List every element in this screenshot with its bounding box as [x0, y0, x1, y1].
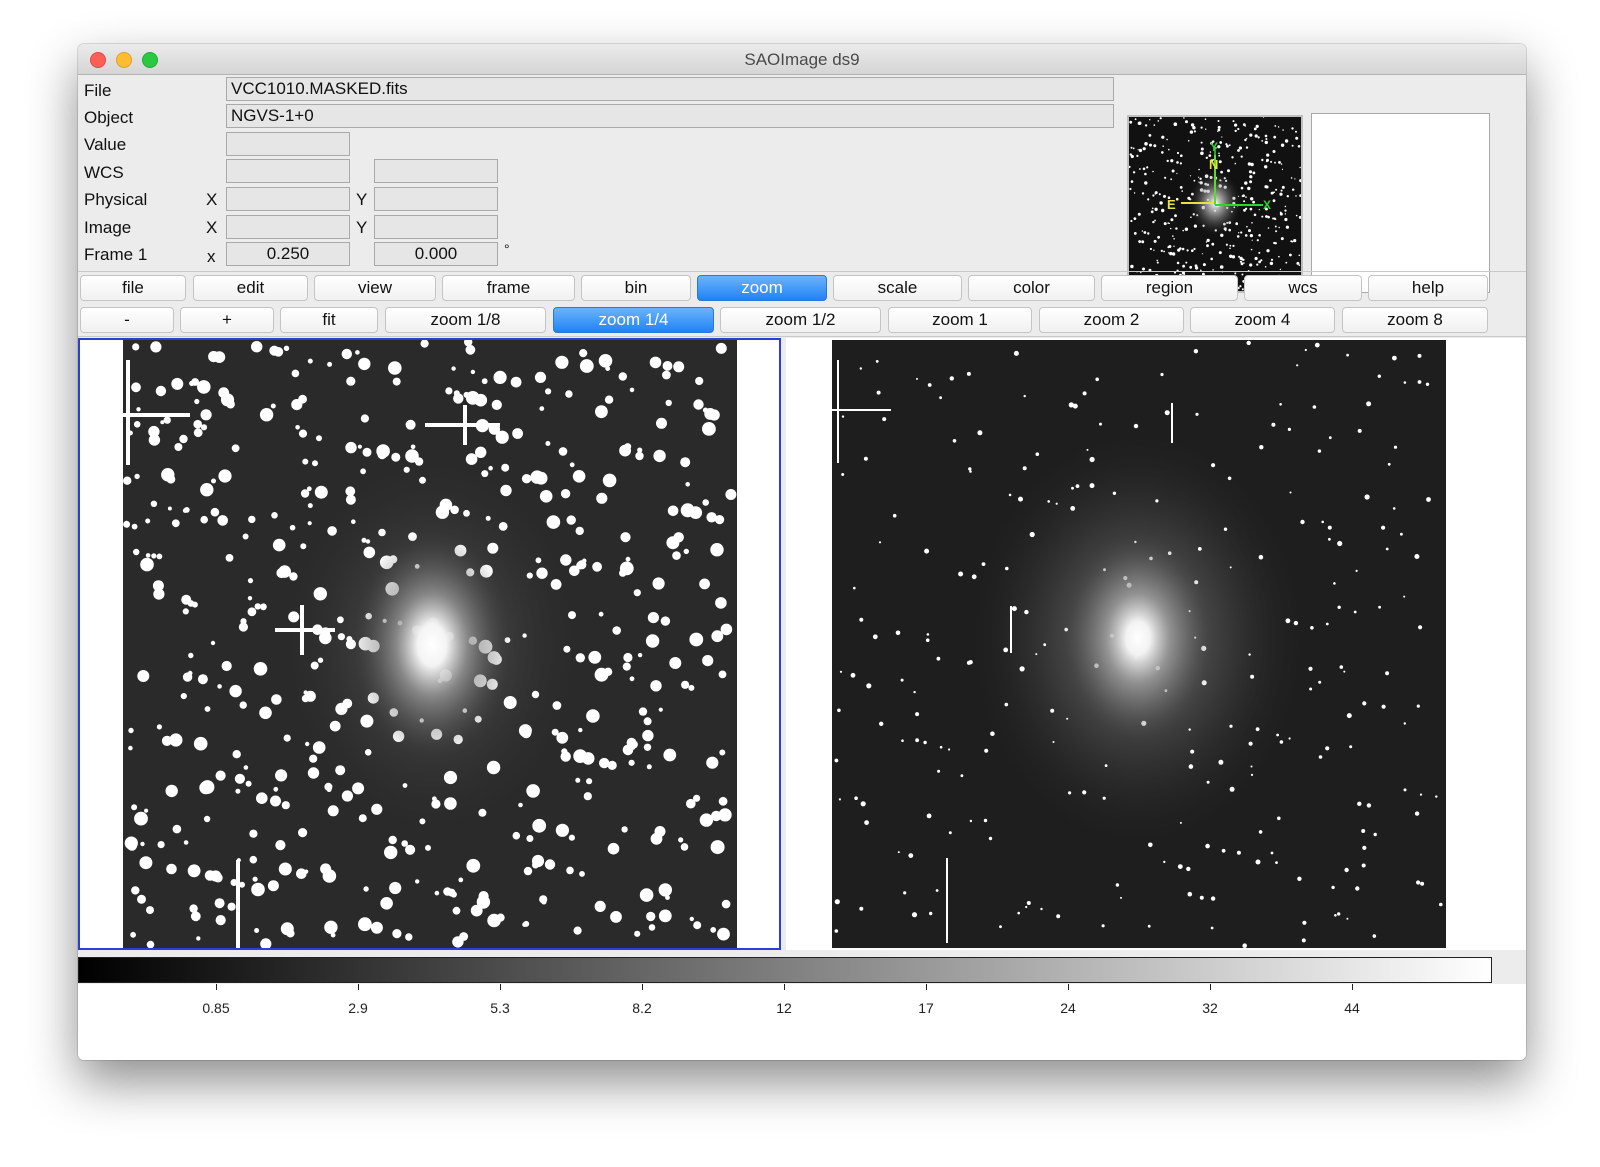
value-label: Value — [84, 135, 127, 154]
physical-y-field[interactable] — [374, 187, 498, 211]
ds9-window: SAOImage ds9 File VCC1010.MASKED.fits Ob… — [78, 44, 1526, 1060]
panner-image: N E X Y — [1129, 117, 1301, 291]
angle-value-field[interactable]: 0.000 — [374, 242, 498, 266]
menu-color-button[interactable]: color — [968, 275, 1095, 301]
frame-label: Frame 1 — [84, 245, 148, 264]
zoom-4-button[interactable]: zoom 4 — [1190, 307, 1335, 333]
value-field[interactable] — [226, 132, 350, 156]
colorbar-tick — [642, 984, 643, 990]
colorbar-tick-label: 17 — [918, 1000, 934, 1016]
compass-x-label: X — [1263, 198, 1271, 212]
object-field[interactable]: NGVS-1+0 — [226, 104, 1114, 128]
menu-edit-button[interactable]: edit — [193, 275, 308, 301]
image-label: Image — [84, 218, 132, 237]
colorbar-tick — [926, 984, 927, 990]
colorbar-tick-label: 32 — [1202, 1000, 1218, 1016]
zoom-fit-button[interactable]: fit — [280, 307, 378, 333]
colorbar-tick — [1210, 984, 1211, 990]
colorbar-tick-label: 5.3 — [490, 1000, 510, 1016]
panner-thumbnail[interactable]: N E X Y — [1127, 115, 1303, 293]
file-label: File — [84, 81, 112, 100]
file-field[interactable]: VCC1010.MASKED.fits — [226, 77, 1114, 101]
original-image-canvas — [832, 340, 1446, 948]
menu-region-button[interactable]: region — [1101, 275, 1238, 301]
menu-wcs-button[interactable]: wcs — [1244, 275, 1362, 301]
frame-2-original-image[interactable] — [786, 338, 1526, 950]
menu-scale-button[interactable]: scale — [833, 275, 962, 301]
colorbar-tick-label: 8.2 — [632, 1000, 652, 1016]
menu-file-button[interactable]: file — [80, 275, 186, 301]
physical-label: Physical — [84, 190, 148, 209]
zoom-out-button[interactable]: - — [80, 307, 174, 333]
wcs-field-2[interactable] — [374, 159, 498, 183]
image-y-field[interactable] — [374, 215, 498, 239]
colorbar-tick — [216, 984, 217, 990]
galaxy-core — [1058, 526, 1218, 750]
colorbar-tick-label: 2.9 — [348, 1000, 368, 1016]
menu-zoom-button[interactable]: zoom — [697, 275, 827, 301]
separator — [78, 271, 1526, 272]
image-x-field[interactable] — [226, 215, 350, 239]
compass-y-label: Y — [1210, 140, 1218, 154]
masked-image-canvas — [123, 340, 737, 948]
compass-e-label: E — [1167, 197, 1176, 212]
zoom-1-8-button[interactable]: zoom 1/8 — [385, 307, 546, 333]
colorbar-tick — [1068, 984, 1069, 990]
menu-view-button[interactable]: view — [314, 275, 436, 301]
physical-x-label: X — [206, 190, 218, 209]
zoom-in-button[interactable]: + — [180, 307, 274, 333]
window-title: SAOImage ds9 — [744, 50, 860, 69]
menu-help-button[interactable]: help — [1368, 275, 1488, 301]
colorbar-tick — [500, 984, 501, 990]
zoom-8-button[interactable]: zoom 8 — [1342, 307, 1488, 333]
degree-unit: ° — [504, 241, 510, 257]
colorbar-tick-label: 0.85 — [202, 1000, 230, 1016]
compass-n-label: N — [1209, 157, 1218, 172]
zoom-2-button[interactable]: zoom 2 — [1039, 307, 1184, 333]
separator — [78, 336, 1526, 337]
image-y-label: Y — [356, 218, 368, 237]
colorbar-tick-label: 24 — [1060, 1000, 1076, 1016]
menu-frame-button[interactable]: frame — [442, 275, 575, 301]
zoom-value-field[interactable]: 0.250 — [226, 242, 350, 266]
colorbar-tick — [1352, 984, 1353, 990]
colorbar-tick — [784, 984, 785, 990]
zoom-1-4-button[interactable]: zoom 1/4 — [553, 307, 714, 333]
colorbar[interactable] — [78, 957, 1492, 983]
frame-x-label: x — [207, 247, 216, 266]
image-x-label: X — [206, 218, 218, 237]
colorbar-tick — [358, 984, 359, 990]
wcs-label: WCS — [84, 163, 124, 182]
physical-x-field[interactable] — [226, 187, 350, 211]
title-bar[interactable]: SAOImage ds9 — [78, 44, 1526, 75]
galaxy-core — [352, 530, 512, 760]
zoom-1-button[interactable]: zoom 1 — [888, 307, 1032, 333]
object-label: Object — [84, 108, 134, 127]
colorbar-area: 0.85 2.9 5.3 8.2 12 17 24 32 44 — [78, 984, 1526, 1060]
colorbar-tick-label: 12 — [776, 1000, 792, 1016]
frame-1-masked-image[interactable] — [78, 338, 781, 950]
magnifier-panel — [1311, 113, 1490, 293]
zoom-1-2-button[interactable]: zoom 1/2 — [720, 307, 881, 333]
menu-bin-button[interactable]: bin — [581, 275, 691, 301]
physical-y-label: Y — [356, 190, 368, 209]
colorbar-tick-label: 44 — [1344, 1000, 1360, 1016]
wcs-field-1[interactable] — [226, 159, 350, 183]
